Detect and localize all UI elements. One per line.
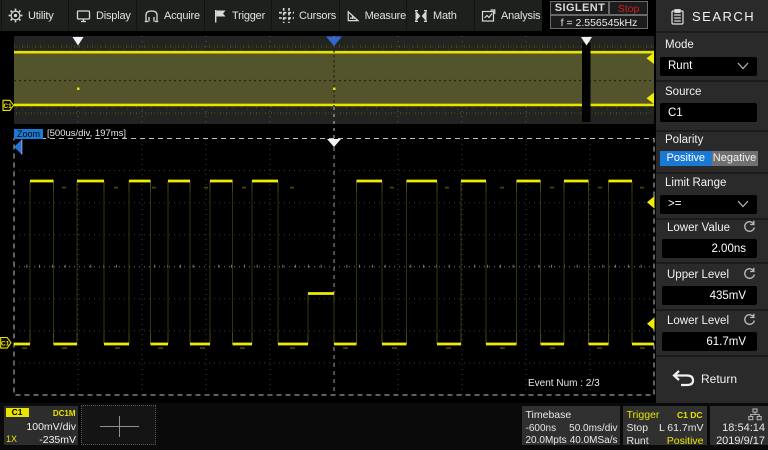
svg-text:C1: C1 [1, 341, 10, 348]
svg-text:C1: C1 [3, 103, 12, 110]
